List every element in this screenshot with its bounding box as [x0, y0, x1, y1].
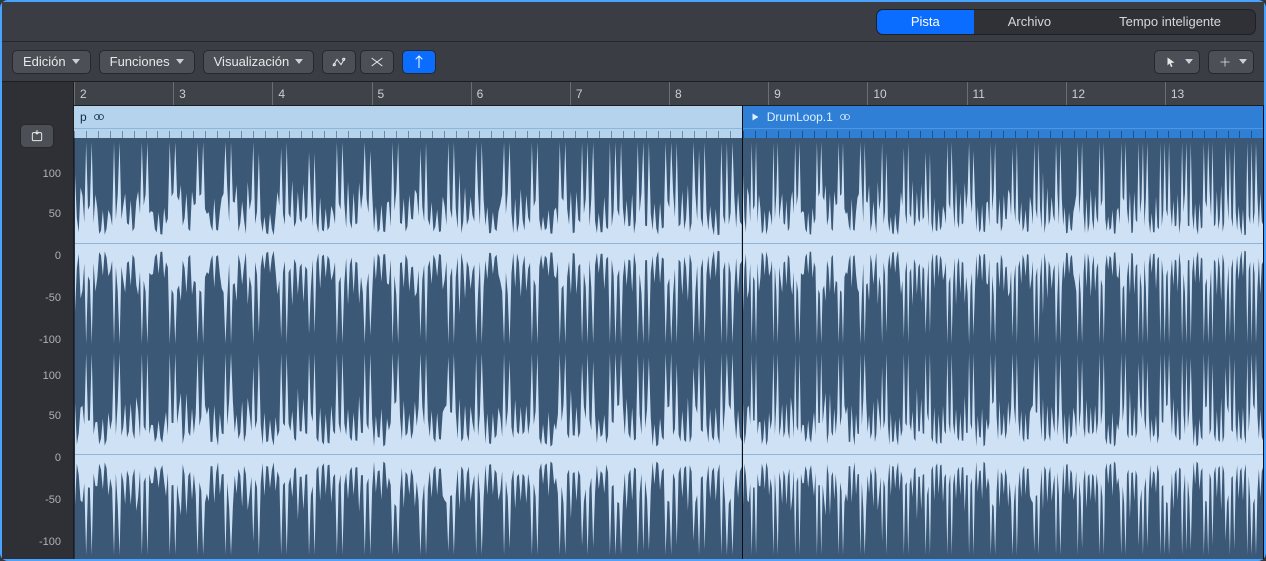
amp-label: 100	[43, 168, 61, 180]
amp-label: -50	[45, 292, 61, 304]
tab-pista[interactable]: Pista	[877, 10, 974, 34]
play-icon	[749, 111, 761, 123]
amp-label: -100	[39, 334, 61, 346]
view-menu-label: Visualización	[214, 54, 290, 69]
regions: p DrumLoop.1	[74, 106, 1264, 559]
transient-toggle[interactable]	[402, 50, 436, 74]
editor-mode-tabs: Pista Archivo Tempo inteligente	[2, 2, 1264, 42]
chevron-down-icon	[295, 59, 303, 64]
pointer-icon	[1165, 56, 1177, 68]
audio-editor: 100 50 0 -50 -100 100 50 0 -50 -100 2 3 4 5 6 7 8 9 10 11 1…	[2, 82, 1264, 559]
bar-marker: 2	[74, 82, 87, 105]
audio-region-2[interactable]: DrumLoop.1	[743, 106, 1264, 559]
region-ruler	[743, 128, 1263, 138]
zero-line	[75, 454, 742, 455]
amp-label: 100	[43, 370, 61, 382]
bar-marker: 9	[768, 82, 781, 105]
tab-tempo-inteligente[interactable]: Tempo inteligente	[1085, 10, 1255, 34]
edit-menu[interactable]: Edición	[12, 50, 91, 74]
chevron-down-icon	[176, 59, 184, 64]
bar-marker: 11	[967, 82, 985, 105]
view-menu[interactable]: Visualización	[203, 50, 315, 74]
zero-line	[743, 243, 1263, 244]
amp-label: -100	[39, 536, 61, 548]
transient-marker-icon	[411, 54, 427, 70]
amp-label: 0	[55, 250, 61, 262]
flex-icon	[369, 54, 385, 70]
gutter: 100 50 0 -50 -100 100 50 0 -50 -100	[2, 82, 74, 559]
bar-marker: 6	[471, 82, 484, 105]
region-name: DrumLoop.1	[767, 110, 833, 124]
edit-menu-label: Edición	[23, 54, 66, 69]
amp-label: 50	[49, 208, 61, 220]
cmd-click-tool[interactable]	[1208, 50, 1254, 74]
loop-icon	[839, 111, 851, 123]
bar-ruler[interactable]: 234567891011121314	[74, 82, 1264, 106]
amp-label: 50	[49, 410, 61, 422]
editor-toolbar: Edición Funciones Visualización	[2, 42, 1264, 82]
region-ruler	[74, 128, 742, 138]
functions-menu[interactable]: Funciones	[99, 50, 195, 74]
flex-toggle[interactable]	[360, 50, 394, 74]
waveform-right-channel	[75, 353, 742, 555]
automation-icon	[331, 54, 347, 70]
catch-icon	[29, 128, 45, 144]
waveform-body[interactable]	[743, 138, 1263, 559]
region-header[interactable]: DrumLoop.1	[743, 106, 1263, 128]
bar-marker: 13	[1165, 82, 1184, 105]
waveform-left-channel	[743, 142, 1263, 344]
waveform-body[interactable]	[74, 138, 742, 559]
chevron-down-icon	[1185, 59, 1193, 64]
tab-archivo[interactable]: Archivo	[974, 10, 1085, 34]
crosshair-icon	[1219, 56, 1231, 68]
bar-marker: 7	[570, 82, 583, 105]
left-click-tool[interactable]	[1154, 50, 1200, 74]
functions-menu-label: Funciones	[110, 54, 170, 69]
catch-playhead-button[interactable]	[20, 124, 54, 148]
bar-marker: 5	[372, 82, 385, 105]
automation-toggle[interactable]	[322, 50, 356, 74]
track-area[interactable]: 234567891011121314 p	[74, 82, 1264, 559]
bar-marker: 4	[272, 82, 285, 105]
chevron-down-icon	[72, 59, 80, 64]
region-name-fragment: p	[80, 110, 87, 124]
zero-line	[75, 243, 742, 244]
waveform-left-channel	[75, 142, 742, 344]
region-header[interactable]: p	[74, 106, 742, 128]
bar-marker: 10	[867, 82, 886, 105]
waveform-right-channel	[743, 353, 1263, 555]
view-toggle-group	[322, 50, 394, 74]
zero-line	[743, 454, 1263, 455]
bar-marker: 8	[669, 82, 682, 105]
chevron-down-icon	[1239, 59, 1247, 64]
amp-label: -50	[45, 494, 61, 506]
loop-icon	[93, 111, 105, 123]
amp-label: 0	[55, 452, 61, 464]
bar-marker: 12	[1066, 82, 1085, 105]
mode-segmented: Pista Archivo Tempo inteligente	[876, 9, 1256, 35]
bar-marker: 3	[173, 82, 186, 105]
audio-region-1[interactable]: p	[74, 106, 743, 559]
